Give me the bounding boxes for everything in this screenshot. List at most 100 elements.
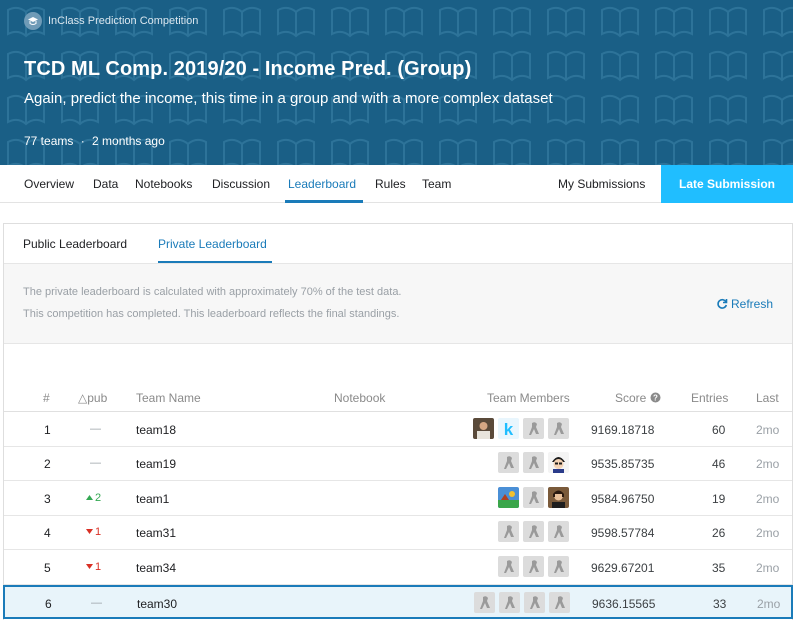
info-line-1: The private leaderboard is calculated wi… [23,286,402,298]
team-name[interactable]: team31 [136,526,176,540]
table-row[interactable]: 1 — team18 k 9169.18718 60 2mo [4,413,792,447]
header-notebook: Notebook [334,391,386,405]
graduation-cap-icon [24,12,42,30]
avatar[interactable] [548,452,569,474]
competition-subtitle: Again, predict the income, this time in … [24,90,553,107]
tab-team[interactable]: Team [422,177,451,191]
header-rank[interactable]: # [43,391,50,405]
table-row[interactable]: 4 1 team31 9598.57784 26 2mo [4,516,792,551]
tab-rules[interactable]: Rules [375,177,406,191]
avatar[interactable] [498,521,519,543]
avatar[interactable] [523,486,544,508]
entries-cell: 26 [712,526,726,541]
tab-leaderboard[interactable]: Leaderboard [288,177,356,191]
avatar[interactable] [548,555,569,577]
help-icon[interactable]: ? [650,392,661,403]
avatar[interactable] [523,555,544,577]
avatar[interactable] [548,418,569,439]
avatar[interactable] [523,521,544,543]
delta-cell: — [90,457,101,469]
refresh-button[interactable]: Refresh [716,297,773,311]
header-entries[interactable]: Entries [691,391,728,405]
delta-cell: — [90,423,101,435]
rank-cell: 6 [45,597,52,611]
team-name[interactable]: team34 [136,561,176,575]
entries-cell: 46 [712,457,726,472]
tab-overview[interactable]: Overview [24,177,74,191]
leaderboard-card: Public Leaderboard Private Leaderboard T… [3,223,793,620]
active-tab-indicator [285,200,363,203]
teams-count: 77 teams [24,134,74,148]
header-last[interactable]: Last [756,391,779,405]
arrow-down-icon [86,526,95,538]
arrow-up-icon [86,492,95,504]
svg-text:k: k [504,420,514,439]
last-cell: 2mo [756,526,780,541]
my-submissions-link[interactable]: My Submissions [558,177,645,191]
last-cell: 2mo [756,457,780,472]
delta-value: 1 [95,526,102,539]
avatar[interactable] [548,486,569,508]
competition-type: InClass Prediction Competition [24,12,198,30]
tab-public-leaderboard[interactable]: Public Leaderboard [23,237,127,251]
rank-cell: 1 [44,423,51,437]
header-team-name[interactable]: Team Name [136,391,201,405]
avatar[interactable] [524,592,545,613]
entries-cell: 33 [713,597,727,611]
last-cell: 2mo [756,423,780,437]
avatar[interactable] [499,592,520,613]
table-row[interactable]: 3 2 team1 9584.96750 19 2mo [4,482,792,516]
svg-text:?: ? [653,394,658,403]
team-members [498,555,569,580]
delta-value: 2 [95,491,102,504]
late-submission-button[interactable]: Late Submission [661,165,793,203]
team-name[interactable]: team19 [136,457,176,471]
tab-discussion[interactable]: Discussion [212,177,270,191]
delta-value: 1 [95,560,102,573]
avatar[interactable] [498,452,519,474]
avatar[interactable] [523,452,544,474]
competition-type-label: InClass Prediction Competition [48,15,199,27]
rank-cell: 3 [44,491,51,506]
header-delta[interactable]: △pub [78,391,107,405]
avatar[interactable] [498,555,519,577]
score-cell: 9598.57784 [591,526,655,541]
header-score-label: Score [615,391,647,405]
avatar[interactable] [474,592,495,613]
refresh-icon [717,298,728,309]
rank-cell: 2 [44,457,51,472]
team-members: k [473,418,569,442]
score-cell: 9169.18718 [591,423,655,437]
delta-cell: — [91,597,102,609]
leaderboard-info: The private leaderboard is calculated wi… [4,264,792,344]
team-name[interactable]: team18 [136,423,176,437]
team-name[interactable]: team1 [136,492,169,506]
table-header: # △pub Team Name Notebook Team Members S… [4,384,792,412]
competition-age: 2 months ago [92,134,165,148]
team-members [474,592,570,616]
score-cell: 9629.67201 [591,560,655,575]
avatar[interactable] [548,521,569,543]
delta-value: — [91,597,102,609]
avatar[interactable] [498,486,519,508]
avatar[interactable] [523,418,544,439]
last-cell: 2mo [756,491,780,506]
team-name[interactable]: team30 [137,597,177,611]
delta-cell: 2 [86,492,101,504]
tab-private-leaderboard[interactable]: Private Leaderboard [158,237,267,251]
header-score[interactable]: Score ? [615,391,661,405]
tab-data[interactable]: Data [93,177,118,191]
refresh-label: Refresh [731,297,774,311]
team-members [498,521,569,545]
avatar[interactable] [473,418,494,439]
competition-header: InClass Prediction Competition TCD ML Co… [0,0,793,165]
table-row[interactable]: 5 1 team34 9629.67201 35 2mo [4,551,792,585]
entries-cell: 60 [712,423,726,437]
active-subtab-indicator [158,261,272,263]
tab-notebooks[interactable]: Notebooks [135,177,192,191]
avatar[interactable]: k [498,418,519,439]
entries-cell: 19 [712,491,726,506]
table-row[interactable]: 6 — team30 9636.15565 33 2mo [3,585,793,619]
table-row[interactable]: 2 — team19 9535.85735 46 2mo [4,447,792,482]
avatar[interactable] [549,592,570,613]
